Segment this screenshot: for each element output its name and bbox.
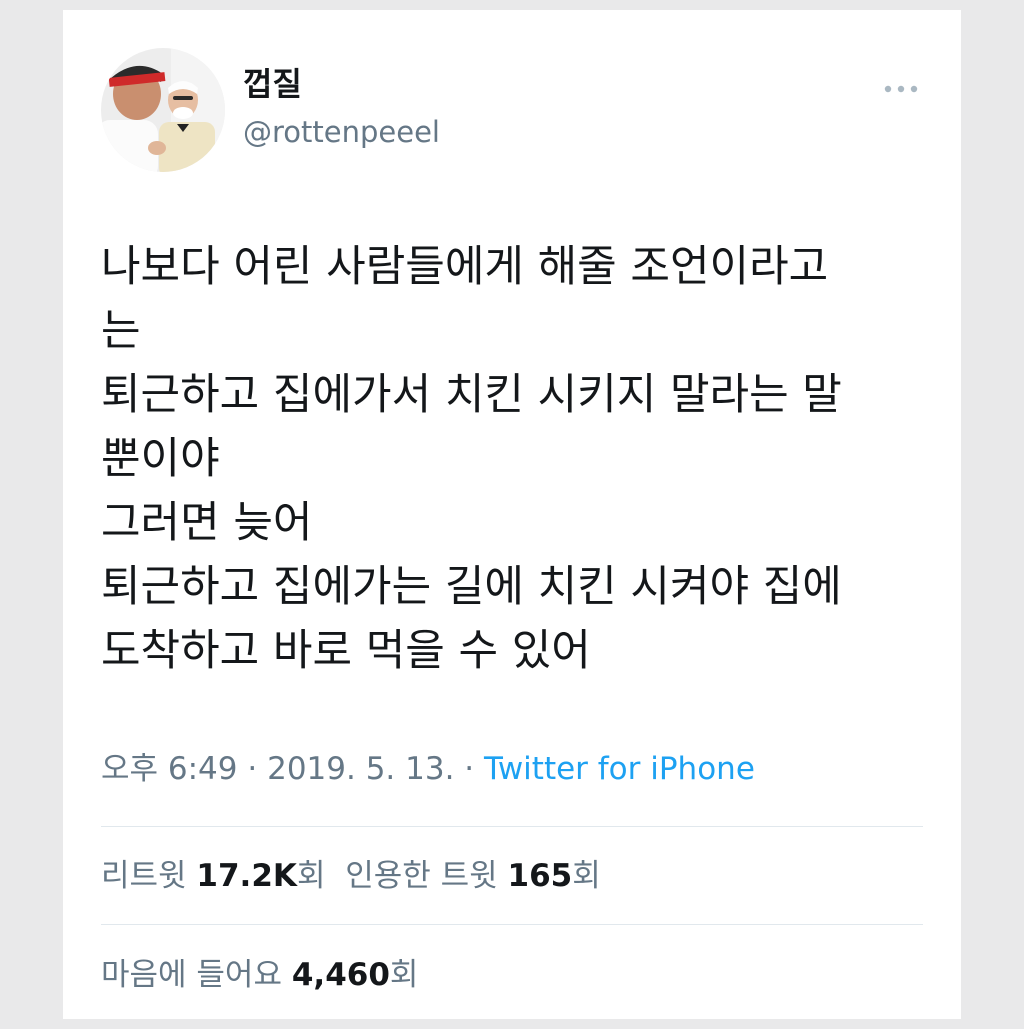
user-handle[interactable]: @rottenpeeel bbox=[243, 118, 440, 147]
retweets-label: 리트윗 bbox=[101, 858, 187, 894]
likes-count: 4,460 bbox=[291, 957, 390, 993]
likes-label: 마음에 들어요 bbox=[101, 957, 282, 993]
retweets-unit: 회 bbox=[296, 858, 326, 894]
quotes-unit: 회 bbox=[572, 858, 601, 894]
divider bbox=[101, 826, 923, 827]
retweets-count: 17.2K bbox=[196, 858, 297, 894]
avatar[interactable] bbox=[101, 48, 225, 172]
tweet-text-line: 뿐이야 bbox=[101, 434, 220, 484]
retweets-stat[interactable]: 리트윗 17.2K회 bbox=[101, 858, 325, 894]
display-name[interactable]: 껍질 bbox=[243, 68, 302, 100]
likes-unit: 회 bbox=[389, 957, 419, 993]
tweet-text-line: 는 bbox=[101, 306, 141, 356]
more-horizontal-icon bbox=[884, 85, 918, 93]
retweet-stats-row: 리트윗 17.2K회 인용한 트윗 165회 bbox=[101, 861, 601, 892]
quotes-stat[interactable]: 인용한 트윗 165회 bbox=[345, 858, 601, 894]
meta-separator: · bbox=[464, 751, 475, 787]
tweet-text-line: 나보다 어린 사람들에게 해줄 조언이라고 bbox=[101, 242, 829, 292]
tweet-text: 나보다 어린 사람들에게 해줄 조언이라고 는 퇴근하고 집에가서 치킨 시키지… bbox=[101, 235, 931, 683]
tweet-text-line: 퇴근하고 집에가는 길에 치킨 시켜야 집에 bbox=[101, 562, 842, 612]
tweet-time[interactable]: 오후 6:49 bbox=[101, 751, 238, 787]
tweet-date[interactable]: 2019. 5. 13. bbox=[267, 751, 454, 787]
tweet-text-line: 도착하고 바로 먹을 수 있어 bbox=[101, 626, 591, 676]
likes-stat[interactable]: 마음에 들어요 4,460회 bbox=[101, 957, 418, 993]
tweet-text-line: 그러면 늦어 bbox=[101, 498, 313, 548]
tweet-meta: 오후 6:49 · 2019. 5. 13. · Twitter for iPh… bbox=[101, 754, 755, 785]
meta-separator: · bbox=[247, 751, 258, 787]
likes-stats-row: 마음에 들어요 4,460회 bbox=[101, 960, 418, 991]
tweet-text-line: 퇴근하고 집에가서 치킨 시키지 말라는 말 bbox=[101, 370, 842, 420]
tweet-source-link[interactable]: Twitter for iPhone bbox=[484, 751, 755, 787]
avatar-image bbox=[101, 48, 225, 172]
divider bbox=[101, 924, 923, 925]
tweet-card: 껍질 @rottenpeeel 나보다 어린 사람들에게 해줄 조언이라고 는 … bbox=[63, 10, 961, 1019]
more-options-button[interactable] bbox=[881, 80, 921, 98]
quotes-label: 인용한 트윗 bbox=[345, 858, 498, 894]
quotes-count: 165 bbox=[507, 858, 573, 894]
